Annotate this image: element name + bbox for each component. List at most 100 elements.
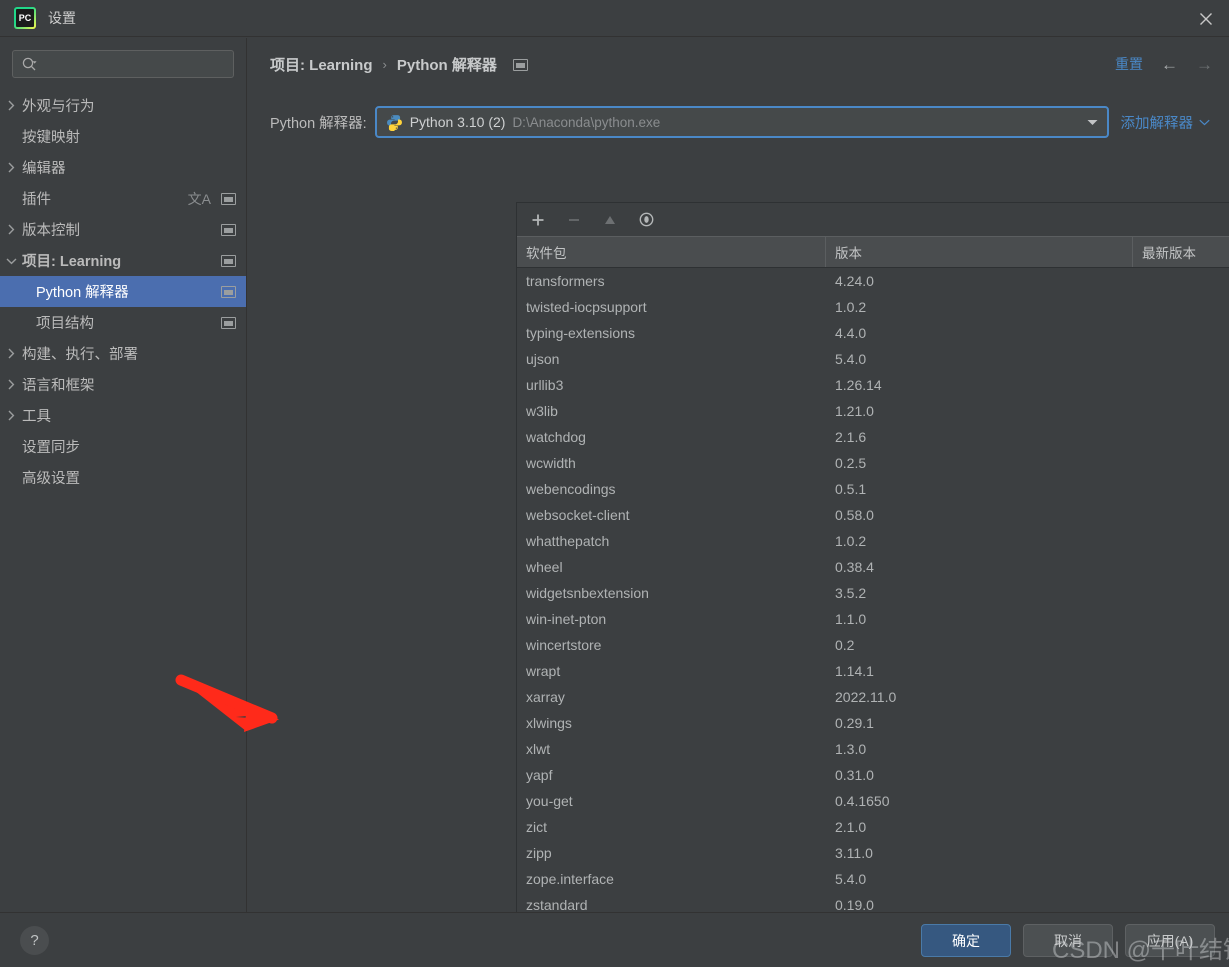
sidebar-item-5[interactable]: 项目: Learning [0,245,246,276]
remove-package-button[interactable] [565,211,583,229]
table-row[interactable]: win-inet-pton1.1.0 [517,606,1229,632]
sidebar-item-4[interactable]: 版本控制 [0,214,246,245]
sidebar-item-label: 高级设置 [22,467,80,488]
header-actions: 重置 ← → [1115,54,1213,74]
cell-name: transformers [517,273,826,289]
chevron-right-icon[interactable] [0,379,22,390]
help-button[interactable]: ? [20,926,49,955]
sidebar-item-3[interactable]: 插件 文A [0,183,246,214]
reset-button[interactable]: 重置 [1115,54,1143,74]
cell-version: 2022.11.0 [826,689,1133,705]
cell-version: 2.1.0 [826,819,1133,835]
dialog-buttons: 确定 取消 应用(A) [921,924,1215,957]
show-early-releases-eye-icon[interactable] [637,211,655,229]
table-row[interactable]: transformers4.24.0 [517,268,1229,294]
cell-version: 2.1.6 [826,429,1133,445]
table-row[interactable]: ujson5.4.0 [517,346,1229,372]
table-row[interactable]: w3lib1.21.0 [517,398,1229,424]
breadcrumb-item-project[interactable]: 项目: Learning [270,54,373,75]
table-row[interactable]: zipp3.11.0 [517,840,1229,866]
table-row[interactable]: you-get0.4.1650 [517,788,1229,814]
sidebar-item-0[interactable]: 外观与行为 [0,90,246,121]
cell-version: 0.5.1 [826,481,1133,497]
cell-name: urllib3 [517,377,826,393]
cell-version: 0.19.0 [826,897,1133,913]
table-row[interactable]: wrapt1.14.1 [517,658,1229,684]
sidebar-item-label: 编辑器 [22,157,66,178]
table-row[interactable]: websocket-client0.58.0 [517,502,1229,528]
cell-name: yapf [517,767,826,783]
arrow-right-icon[interactable]: → [1196,56,1213,73]
ok-button[interactable]: 确定 [921,924,1011,957]
chevron-right-icon[interactable] [0,410,22,421]
table-row[interactable]: yapf0.31.0 [517,762,1229,788]
table-row[interactable]: xlwt1.3.0 [517,736,1229,762]
sidebar-item-2[interactable]: 编辑器 [0,152,246,183]
cell-name: zstandard [517,897,826,913]
table-row[interactable]: widgetsnbextension3.5.2 [517,580,1229,606]
table-row[interactable]: wcwidth0.2.5 [517,450,1229,476]
column-header-package[interactable]: 软件包 [517,237,826,267]
chevron-down-icon[interactable] [1079,108,1107,136]
sidebar-item-6[interactable]: Python 解释器 [0,276,246,307]
breadcrumb-separator: › [383,57,387,72]
chevron-right-icon[interactable] [0,224,22,235]
column-header-version[interactable]: 版本 [826,237,1133,267]
cell-version: 0.2.5 [826,455,1133,471]
table-row[interactable]: zict2.1.0 [517,814,1229,840]
cell-version: 1.0.2 [826,299,1133,315]
apply-button[interactable]: 应用(A) [1125,924,1215,957]
table-row[interactable]: urllib31.26.14 [517,372,1229,398]
table-row[interactable]: zope.interface5.4.0 [517,866,1229,892]
sidebar-item-label: Python 解释器 [36,281,129,302]
sidebar-item-icons [221,286,236,298]
module-icon [513,59,528,71]
table-row[interactable]: xarray2022.11.0 [517,684,1229,710]
cell-name: zipp [517,845,826,861]
breadcrumb-item-interpreter[interactable]: Python 解释器 [397,54,497,75]
add-package-button[interactable] [529,211,547,229]
sidebar-item-10[interactable]: 工具 [0,400,246,431]
add-interpreter-label: 添加解释器 [1121,112,1194,133]
sidebar-item-1[interactable]: 按键映射 [0,121,246,152]
chevron-right-icon[interactable] [0,348,22,359]
search-input[interactable] [12,50,234,78]
sidebar-item-12[interactable]: 高级设置 [0,462,246,493]
arrow-left-icon[interactable]: ← [1161,56,1178,73]
table-row[interactable]: wincertstore0.2 [517,632,1229,658]
table-row[interactable]: wheel0.38.4 [517,554,1229,580]
table-row[interactable]: xlwings0.29.1 [517,710,1229,736]
sidebar-item-label: 设置同步 [22,436,80,457]
table-row[interactable]: typing-extensions4.4.0 [517,320,1229,346]
sidebar-item-11[interactable]: 设置同步 [0,431,246,462]
table-row[interactable]: webencodings0.5.1 [517,476,1229,502]
pycharm-logo-icon [14,7,36,29]
interpreter-value: Python 3.10 (2) [410,114,506,130]
cell-name: wheel [517,559,826,575]
column-header-latest[interactable]: 最新版本 [1133,237,1229,267]
chevron-right-icon[interactable] [0,100,22,111]
cell-name: wrapt [517,663,826,679]
sidebar-item-icons [221,255,236,267]
translate-icon: 文A [188,192,211,206]
table-row[interactable]: twisted-iocpsupport1.0.2 [517,294,1229,320]
interpreter-label: Python 解释器: [270,112,367,133]
settings-sidebar: 外观与行为按键映射编辑器插件 文A 版本控制项目: Learning Python 解… [0,38,247,912]
cell-version: 4.24.0 [826,273,1133,289]
table-row[interactable]: whatthepatch1.0.2 [517,528,1229,554]
interpreter-select[interactable]: Python 3.10 (2) D:\Anaconda\python.exe [375,106,1109,138]
sidebar-item-8[interactable]: 构建、执行、部署 [0,338,246,369]
cell-name: websocket-client [517,507,826,523]
chevron-down-icon[interactable] [0,257,22,265]
packages-table-header: 软件包 版本 最新版本 [517,236,1229,268]
sidebar-item-label: 插件 [22,188,51,209]
cell-version: 1.3.0 [826,741,1133,757]
chevron-right-icon[interactable] [0,162,22,173]
cancel-button[interactable]: 取消 [1023,924,1113,957]
upgrade-package-button[interactable] [601,211,619,229]
add-interpreter-button[interactable]: 添加解释器 [1121,112,1211,133]
table-row[interactable]: watchdog2.1.6 [517,424,1229,450]
sidebar-item-9[interactable]: 语言和框架 [0,369,246,400]
close-icon[interactable] [1183,0,1229,37]
sidebar-item-7[interactable]: 项目结构 [0,307,246,338]
